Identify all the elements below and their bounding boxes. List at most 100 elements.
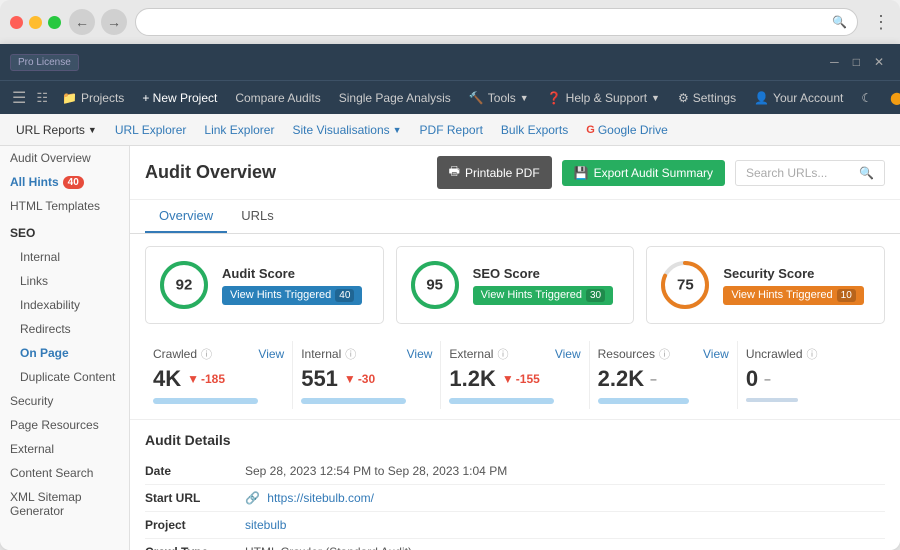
- internal-info-icon[interactable]: ⓘ: [345, 346, 356, 362]
- kebab-menu[interactable]: ⋮: [872, 12, 890, 33]
- search-urls-placeholder: Search URLs...: [746, 166, 827, 180]
- resources-change: –: [650, 372, 657, 386]
- second-nav-bulk-exports[interactable]: Bulk Exports: [493, 118, 576, 142]
- nav-compare-audits[interactable]: Compare Audits: [227, 85, 328, 111]
- uncrawled-bar: [746, 398, 798, 402]
- sidebar-item-on-page[interactable]: On Page: [0, 341, 129, 365]
- second-nav-link-explorer[interactable]: Link Explorer: [196, 118, 282, 142]
- nav-toggle-button[interactable]: ☰: [8, 84, 30, 112]
- search-icon: 🔍: [832, 15, 847, 29]
- sidebar-item-all-hints[interactable]: All Hints 40: [0, 170, 129, 194]
- export-audit-button[interactable]: 💾 Export Audit Summary: [562, 160, 725, 186]
- security-hints-count: 10: [837, 289, 856, 302]
- sidebar-item-internal[interactable]: Internal: [0, 245, 129, 269]
- external-info-icon[interactable]: ⓘ: [497, 346, 508, 362]
- resources-info-icon[interactable]: ⓘ: [659, 346, 670, 362]
- second-nav-site-vis[interactable]: Site Visualisations ▼: [284, 118, 409, 142]
- forward-button[interactable]: →: [101, 9, 127, 35]
- page-title: Audit Overview: [145, 162, 427, 183]
- sidebar-item-audit-overview[interactable]: Audit Overview: [0, 146, 129, 170]
- seo-hints-count: 30: [586, 289, 605, 302]
- sidebar-item-redirects[interactable]: Redirects: [0, 317, 129, 341]
- user-icon: 👤: [754, 91, 769, 105]
- seo-score-hints-button[interactable]: View Hints Triggered 30: [473, 286, 613, 305]
- audit-project-value[interactable]: sitebulb: [245, 518, 885, 532]
- nav-buttons: ← →: [69, 9, 127, 35]
- back-button[interactable]: ←: [69, 9, 95, 35]
- second-nav-url-reports[interactable]: URL Reports ▼: [8, 118, 105, 142]
- nav-projects[interactable]: 📁 Projects: [54, 85, 132, 111]
- second-nav-pdf-report[interactable]: PDF Report: [412, 118, 491, 142]
- sidebar-item-links[interactable]: Links: [0, 269, 129, 293]
- sidebar-item-content-search[interactable]: Content Search: [0, 461, 129, 485]
- audit-score-hints-button[interactable]: View Hints Triggered 40: [222, 286, 362, 305]
- sidebar-item-xml-sitemap[interactable]: XML Sitemap Generator: [0, 485, 129, 523]
- close-button[interactable]: ✕: [868, 53, 890, 71]
- sidebar-item-page-resources[interactable]: Page Resources: [0, 413, 129, 437]
- stat-uncrawled-header: Uncrawled ⓘ: [746, 346, 877, 362]
- minimize-traffic-light[interactable]: [29, 16, 42, 29]
- resources-bar: [598, 398, 690, 404]
- maximize-traffic-light[interactable]: [48, 16, 61, 29]
- help-icon: ❓: [547, 91, 562, 105]
- google-icon: G: [586, 124, 595, 136]
- crawled-change: ▼ -185: [187, 372, 225, 386]
- nav-single-page[interactable]: Single Page Analysis: [331, 85, 459, 111]
- sidebar-item-security[interactable]: Security: [0, 389, 129, 413]
- sidebar-item-duplicate-content[interactable]: Duplicate Content: [0, 365, 129, 389]
- stat-external: External ⓘ View 1.2K ▼ -155: [441, 341, 589, 409]
- audit-start-url-value[interactable]: 🔗 https://sitebulb.com/: [245, 491, 885, 505]
- resources-view-link[interactable]: View: [703, 347, 729, 361]
- audit-details: Audit Details Date Sep 28, 2023 12:54 PM…: [130, 420, 900, 550]
- audit-project-label: Project: [145, 518, 245, 532]
- sidebar: Audit Overview All Hints 40 HTML Templat…: [0, 146, 130, 550]
- content-tabs: Overview URLs: [130, 200, 900, 234]
- second-nav-google-drive[interactable]: G Google Drive: [578, 118, 676, 142]
- nav-account[interactable]: 👤 Your Account: [746, 85, 851, 111]
- audit-score-label: Audit Score: [222, 266, 371, 281]
- second-nav-url-explorer[interactable]: URL Explorer: [107, 118, 195, 142]
- seo-score-ring: 95: [409, 259, 461, 311]
- nav-bar: ☰ ☷ 📁 Projects + New Project Compare Aud…: [0, 80, 900, 114]
- stat-internal-header: Internal ⓘ View: [301, 346, 432, 362]
- security-score-hints-button[interactable]: View Hints Triggered 10: [723, 286, 863, 305]
- nav-settings[interactable]: ⚙ Settings: [670, 85, 744, 111]
- nav-new-project[interactable]: + New Project: [134, 85, 225, 111]
- search-urls-field[interactable]: Search URLs... 🔍: [735, 160, 885, 186]
- nav-notification[interactable]: ⬤: [882, 85, 900, 111]
- nav-help[interactable]: ❓ Help & Support ▼: [539, 85, 668, 111]
- close-traffic-light[interactable]: [10, 16, 23, 29]
- sidebar-section-seo: SEO: [0, 218, 129, 245]
- internal-change: ▼ -30: [344, 372, 375, 386]
- tab-urls[interactable]: URLs: [227, 200, 288, 233]
- url-reports-chevron-icon: ▼: [88, 125, 97, 135]
- folder-icon: 📁: [62, 91, 77, 105]
- sidebar-item-external[interactable]: External: [0, 437, 129, 461]
- sidebar-item-indexability[interactable]: Indexability: [0, 293, 129, 317]
- stat-uncrawled: Uncrawled ⓘ 0 –: [738, 341, 885, 409]
- seo-score-number: 95: [426, 277, 443, 294]
- stat-internal-value: 551 ▼ -30: [301, 366, 432, 392]
- tab-overview[interactable]: Overview: [145, 200, 227, 233]
- stat-internal: Internal ⓘ View 551 ▼ -30: [293, 341, 441, 409]
- sidebar-item-html-templates[interactable]: HTML Templates: [0, 194, 129, 218]
- main-layout: Audit Overview All Hints 40 HTML Templat…: [0, 146, 900, 550]
- score-card-seo-top: 95 SEO Score View Hints Triggered 30: [409, 259, 622, 311]
- nav-theme-toggle[interactable]: ☾: [853, 85, 880, 111]
- score-card-security: 75 Security Score View Hints Triggered 1…: [646, 246, 885, 324]
- minimize-button[interactable]: ─: [824, 53, 845, 71]
- printable-pdf-button[interactable]: 🖶 Printable PDF: [437, 156, 552, 189]
- audit-detail-start-url: Start URL 🔗 https://sitebulb.com/: [145, 485, 885, 512]
- maximize-button[interactable]: □: [847, 53, 866, 71]
- internal-view-link[interactable]: View: [407, 347, 433, 361]
- crawled-view-link[interactable]: View: [258, 347, 284, 361]
- crawled-bar: [153, 398, 258, 404]
- crawled-info-icon[interactable]: ⓘ: [201, 346, 212, 362]
- nav-tools[interactable]: 🔨 Tools ▼: [461, 85, 537, 111]
- nav-grid-button[interactable]: ☷: [32, 86, 52, 110]
- url-bar[interactable]: 🔍: [135, 8, 858, 36]
- all-hints-badge: 40: [63, 176, 84, 189]
- uncrawled-info-icon[interactable]: ⓘ: [807, 346, 818, 362]
- audit-start-url-label: Start URL: [145, 491, 245, 505]
- external-view-link[interactable]: View: [555, 347, 581, 361]
